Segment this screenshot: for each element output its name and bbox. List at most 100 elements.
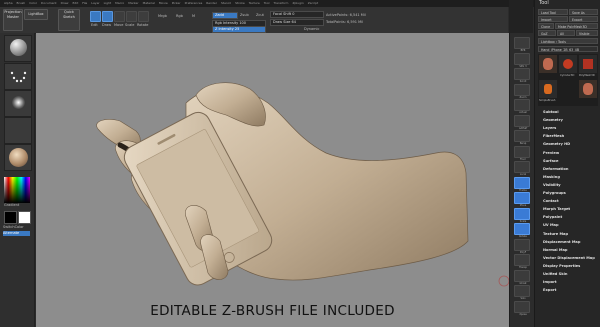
tool-menu-fibermesh[interactable]: FiberMesh <box>543 134 564 138</box>
tool-menu-morph-target[interactable]: Morph Target <box>543 207 570 211</box>
zadd-button[interactable]: Zadd <box>212 12 238 19</box>
thumb-polymesh-icon[interactable] <box>579 55 597 73</box>
texture-selector[interactable] <box>4 117 32 144</box>
tool-menu-uv-map[interactable]: UV Map <box>543 223 559 227</box>
m-button[interactable]: M <box>192 14 195 18</box>
view-xpose-button[interactable]: Xpose <box>514 300 530 316</box>
menu-picker[interactable]: Picker <box>172 1 181 5</box>
view-scale-button[interactable]: Scale <box>514 207 530 223</box>
goz-button[interactable]: GoZ <box>538 30 556 36</box>
gradient-label[interactable]: Gradient <box>4 203 19 207</box>
brush-selector[interactable] <box>4 35 32 62</box>
tool-menu-texture-map[interactable]: Texture Map <box>543 232 568 236</box>
menu-macro[interactable]: Macro <box>115 1 124 5</box>
alpha-selector[interactable] <box>4 90 32 117</box>
lightbox-button[interactable]: LightBox <box>24 9 48 20</box>
main-color-swatch[interactable] <box>4 211 17 224</box>
view-bpr-button[interactable]: BPR <box>514 37 530 52</box>
view-zoom-button[interactable]: Zoom <box>514 83 530 99</box>
tool-menu-subtool[interactable]: Subtool <box>543 110 559 114</box>
menu-zscript[interactable]: Zscript <box>308 1 318 5</box>
menu-transform[interactable]: Transform <box>274 1 289 5</box>
menu-alpha[interactable]: Alpha <box>4 1 13 5</box>
menu-stencil[interactable]: Stencil <box>221 1 231 5</box>
draw-size-slider[interactable]: Draw Size 64 <box>270 19 324 26</box>
view-frame-button[interactable]: Frame <box>514 176 530 192</box>
zcut-button[interactable]: Zcut <box>256 13 264 17</box>
tool-menu-export[interactable]: Export <box>543 288 556 292</box>
view-polyf-button[interactable]: PolyF <box>514 238 530 254</box>
canvas-viewport[interactable]: EDITABLE Z-BRUSH FILE INCLUDED <box>36 33 509 327</box>
mrgb-button[interactable]: Mrgb <box>158 14 167 18</box>
import-button[interactable]: Import <box>538 16 568 22</box>
view-scroll-button[interactable]: Scroll <box>514 68 530 83</box>
gizmo-icon[interactable] <box>498 275 509 287</box>
tool-menu-layers[interactable]: Layers <box>543 126 556 130</box>
tool-menu-contact[interactable]: Contact <box>543 199 559 203</box>
view-rotate-button[interactable]: Rotate <box>514 223 530 238</box>
quick-sketch-button[interactable]: Quick Sketch <box>58 9 80 31</box>
rgb-button[interactable]: Rgb <box>176 14 183 18</box>
thumb-star-icon[interactable] <box>559 55 577 73</box>
menu-color[interactable]: Color <box>29 1 37 5</box>
menu-movie[interactable]: Movie <box>159 1 168 5</box>
menu-tool[interactable]: Tool <box>264 1 270 5</box>
move-mode-icon[interactable] <box>114 11 125 22</box>
focal-shift-slider[interactable]: Focal Shift 0 <box>270 11 324 18</box>
view-local-button[interactable]: Local <box>514 161 530 176</box>
menu-document[interactable]: Document <box>41 1 57 5</box>
menu-marker[interactable]: Marker <box>128 1 138 5</box>
menu-edit[interactable]: Edit <box>72 1 78 5</box>
view-solo-button[interactable]: Solo <box>514 285 530 300</box>
tool-menu-display-properties[interactable]: Display Properties <box>543 264 580 268</box>
make-polymesh-button[interactable]: Make PolyMesh3D <box>555 23 598 29</box>
menu-stroke[interactable]: Stroke <box>235 1 245 5</box>
menu-preferences[interactable]: Preferences <box>185 1 203 5</box>
switch-color-button[interactable]: SwitchColor <box>3 225 24 229</box>
draw-mode-icon[interactable] <box>102 11 113 22</box>
tool-menu-preview[interactable]: Preview <box>543 151 559 155</box>
tool-menu-masking[interactable]: Masking <box>543 175 560 179</box>
view-ghost-button[interactable]: Ghost <box>514 269 530 285</box>
tool-menu-normal-map[interactable]: Normal Map <box>543 248 567 252</box>
color-picker[interactable] <box>4 177 30 203</box>
secondary-color-swatch[interactable] <box>18 211 31 224</box>
menu-layer[interactable]: Layer <box>91 1 99 5</box>
export-button[interactable]: Export <box>569 16 598 22</box>
all-button[interactable]: All <box>557 30 575 36</box>
alternate-button[interactable]: Alternate <box>3 231 30 236</box>
stroke-selector[interactable] <box>4 63 32 90</box>
thumb-hand-icon[interactable] <box>539 55 557 73</box>
view-spix-3-button[interactable]: SPix 3 <box>514 52 530 68</box>
rotate-mode-icon[interactable] <box>138 11 149 22</box>
thumb-hand2-icon[interactable] <box>579 80 597 98</box>
lightbox-tools-button[interactable]: Lightbox › Tools <box>538 38 598 44</box>
tool-menu-visibility[interactable]: Visibility <box>543 183 561 187</box>
tool-menu-geometry-hd[interactable]: Geometry HD <box>543 142 570 146</box>
tool-menu-vector-displacement-map[interactable]: Vector Displacement Map <box>543 256 595 260</box>
save-as-button[interactable]: Save As <box>569 9 598 15</box>
tool-menu-deformation[interactable]: Deformation <box>543 167 568 171</box>
current-tool-name[interactable]: Hand_iPhone_2B_63_4B <box>538 46 598 52</box>
tool-menu-surface[interactable]: Surface <box>543 159 558 163</box>
dynamic-toggle[interactable]: Dynamic <box>304 27 319 31</box>
z-intensity-slider[interactable]: Z Intensity 25 <box>212 26 266 33</box>
tool-menu-geometry[interactable]: Geometry <box>543 118 563 122</box>
menu-zplugin[interactable]: Zplugin <box>292 1 303 5</box>
tool-menu-displacement-map[interactable]: Displacement Map <box>543 240 580 244</box>
menu-render[interactable]: Render <box>206 1 217 5</box>
tool-menu-unified-skin[interactable]: Unified Skin <box>543 272 567 276</box>
menu-light[interactable]: Light <box>104 1 112 5</box>
load-tool-button[interactable]: Load Tool <box>538 9 568 15</box>
view-move-button[interactable]: Move <box>514 192 530 207</box>
menu-texture[interactable]: Texture <box>249 1 260 5</box>
visible-button[interactable]: Visible <box>576 30 598 36</box>
view-actual-button[interactable]: Actual <box>514 99 530 114</box>
menu-draw[interactable]: Draw <box>61 1 69 5</box>
menu-file[interactable]: File <box>82 1 87 5</box>
edit-mode-icon[interactable] <box>90 11 101 22</box>
clone-button[interactable]: Clone <box>538 23 554 29</box>
view-floor-button[interactable]: Floor <box>514 145 530 161</box>
zsub-button[interactable]: Zsub <box>240 13 249 17</box>
scale-mode-icon[interactable] <box>126 11 137 22</box>
